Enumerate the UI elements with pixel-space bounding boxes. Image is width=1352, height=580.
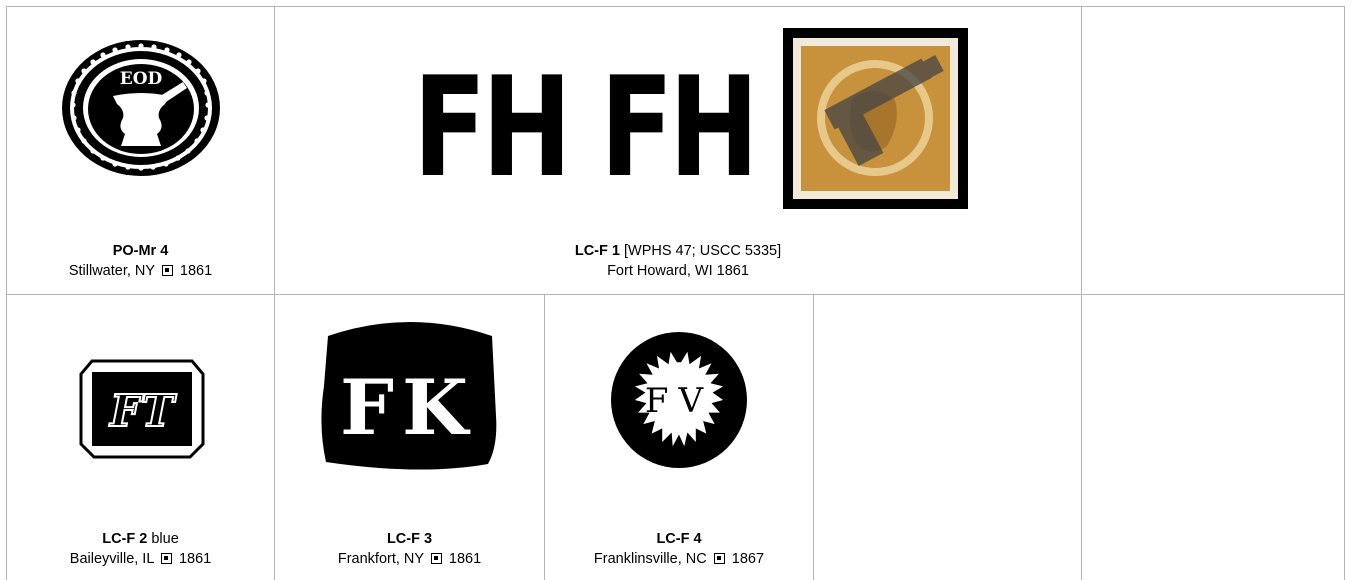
catalog-id: LC-F 2 [102, 531, 148, 547]
separator-square-icon [161, 265, 173, 276]
year-text: 1867 [731, 551, 765, 567]
color-note: blue [151, 531, 179, 547]
catalog-id-line: PO-Mr 4 [7, 241, 274, 261]
stamp-letters-fh: FH FH [413, 57, 754, 187]
catalog-id: LC-F 4 [656, 531, 702, 547]
fh-fh-cancel-image: FH FH [413, 57, 759, 187]
catalog-id: PO-Mr 4 [112, 243, 169, 259]
catalog-id-line: LC-F 2 blue [7, 529, 274, 549]
fv-cancel-image: FV [611, 332, 747, 468]
catalog-cell-lc-f-1: FH FH LC-F 1 [WPHS 47; USCC 5335] Fort H… [275, 7, 1081, 294]
catalog-cell-lc-f-2: FT LC-F 2 blue Baileyville, IL 1861 [7, 295, 274, 580]
cancel-catalog-grid: EOD PO-Mr 4 Stillwater, NY 1861 FH FH LC… [0, 0, 1352, 580]
year-text: 1861 [448, 551, 482, 567]
stamp-letters-fv: FV [645, 381, 713, 421]
fk-cancel-image: FK [321, 322, 497, 470]
separator-square-icon [430, 553, 442, 564]
location-text: Frankfort, NY [337, 551, 424, 567]
catalog-id: LC-F 3 [386, 531, 433, 547]
location-line: Fort Howard, WI 1861 [275, 261, 1081, 281]
location-text: Stillwater, NY [68, 263, 155, 279]
catalog-cell-lc-f-4: FV LC-F 4 Franklinsville, NC 1867 [545, 295, 813, 580]
empty-cell [814, 295, 1081, 580]
location-line: Franklinsville, NC 1867 [545, 549, 813, 569]
location-line: Baileyville, IL 1861 [7, 549, 274, 569]
year-text: 1861 [179, 263, 213, 279]
year-text: 1861 [716, 263, 749, 279]
year-text: 1861 [178, 551, 212, 567]
location-line: Stillwater, NY 1861 [7, 261, 274, 281]
location-text: Franklinsville, NC [593, 551, 707, 567]
catalog-id: LC-F 1 [574, 243, 620, 259]
stamp-letters-fk: FK [340, 363, 476, 452]
location-text: Fort Howard, WI [607, 263, 713, 279]
empty-cell [1082, 7, 1344, 294]
catalog-reference: [WPHS 47; USCC 5335] [623, 243, 782, 259]
separator-square-icon [713, 553, 725, 564]
catalog-cell-lc-f-3: FK LC-F 3 Frankfort, NY 1861 [275, 295, 544, 580]
postage-stamp-image [783, 28, 968, 209]
separator-square-icon [160, 553, 172, 564]
location-line: Frankfort, NY 1861 [275, 549, 544, 569]
empty-cell [1082, 295, 1344, 580]
location-text: Baileyville, IL [69, 551, 154, 567]
catalog-id-line: LC-F 1 [WPHS 47; USCC 5335] [275, 241, 1081, 261]
catalog-id-line: LC-F 4 [545, 529, 813, 549]
stamp-letters-eod: EOD [120, 69, 163, 89]
catalog-cell-po-mr-4: EOD PO-Mr 4 Stillwater, NY 1861 [7, 7, 274, 294]
mortar-pestle-cancel-image: EOD [62, 40, 220, 176]
ft-cancel-image: FT [79, 359, 205, 459]
catalog-id-line: LC-F 3 [275, 529, 544, 549]
stamp-letters-ft: FT [108, 386, 177, 437]
